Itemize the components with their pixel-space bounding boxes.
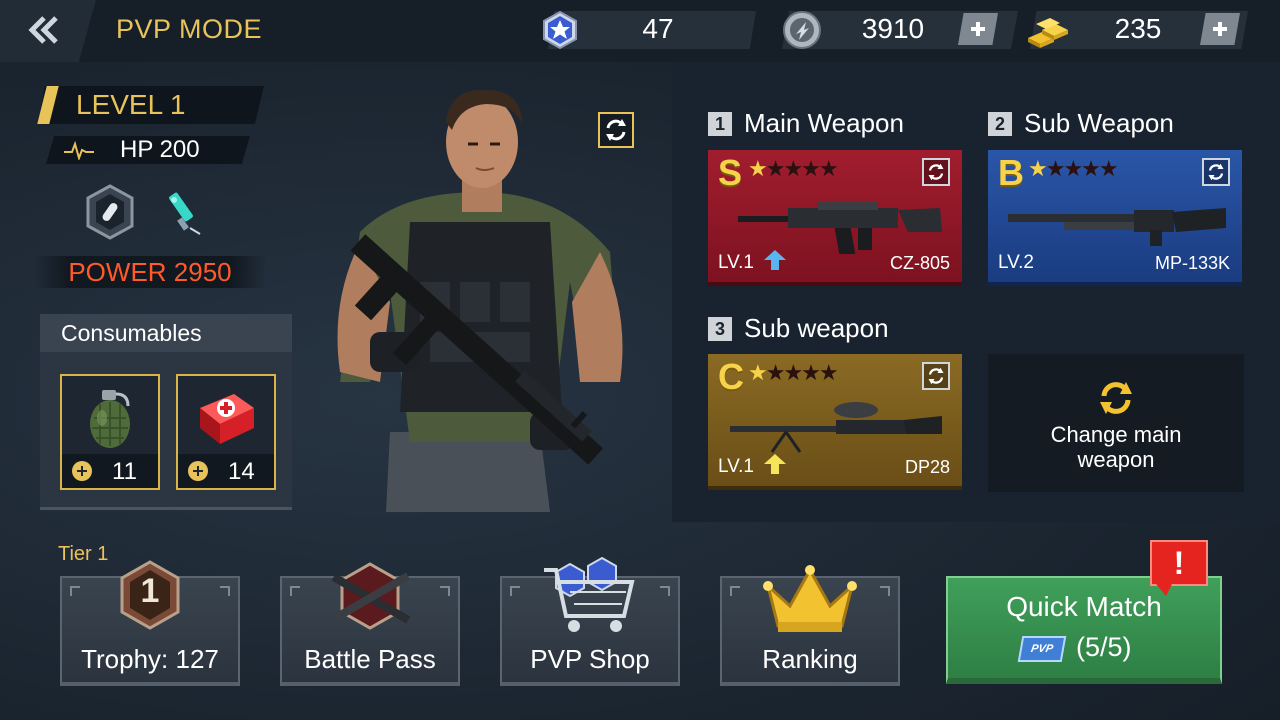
alert-badge-tail: [1156, 584, 1172, 596]
sub-weapon-2-number: 3: [708, 317, 732, 341]
corner-decoration: [220, 586, 230, 596]
weapon-grade: C: [718, 356, 744, 397]
sub-weapon-1-number: 2: [988, 112, 1012, 136]
crossed-rifles-icon: [331, 562, 411, 630]
medkit-count: 14: [228, 458, 255, 485]
change-main-weapon-label: Change main weapon: [988, 422, 1244, 472]
weapon-name: DP28: [904, 457, 950, 477]
main-weapon-number: 1: [708, 112, 732, 136]
ammo-badge-icon[interactable]: [84, 184, 136, 240]
consumables-title: Consumables: [61, 320, 202, 346]
medal-count: 47: [642, 13, 674, 44]
add-grenade-icon[interactable]: [72, 461, 92, 481]
pvp-shop-label: PVP Shop: [530, 644, 650, 674]
tier-number: 1: [140, 572, 160, 610]
refresh-icon: [928, 163, 944, 181]
medkit-icon: [200, 394, 254, 444]
shotgun-icon: [1008, 208, 1226, 246]
sub-weapon-2-card[interactable]: C ★★★★★ LV.1 DP28: [708, 354, 962, 490]
grenade-count: 11: [112, 458, 137, 485]
change-main-line2: weapon: [1077, 447, 1155, 472]
star-medal-icon: [543, 10, 577, 50]
sub-weapon-2-label: Sub weapon: [744, 313, 889, 343]
swap-arrows-icon: [1100, 382, 1132, 414]
assault-rifle-icon: [738, 202, 942, 254]
quick-match-count: (5/5): [1076, 632, 1132, 662]
battle-pass-label: Battle Pass: [304, 644, 436, 674]
weapon-name: CZ-805: [889, 253, 950, 273]
main-weapon-label: Main Weapon: [744, 108, 904, 138]
sub-weapon-1-card[interactable]: B ★★★★★ LV.2 MP-133K: [988, 150, 1242, 286]
change-main-line1: Change main: [1050, 422, 1182, 447]
sub-weapon-1-label: Sub Weapon: [1024, 108, 1174, 138]
weapon-name: MP-133K: [1154, 253, 1230, 273]
pvp-ticket-icon: PVP: [1017, 636, 1067, 662]
weapon-stars: ★★★★★: [748, 360, 839, 385]
weapon-level: LV.1: [718, 456, 754, 477]
gold-bars-icon: [1028, 18, 1068, 48]
back-arrow-icon: [28, 16, 58, 44]
corner-decoration: [440, 586, 450, 596]
alert-badge-icon: !: [1150, 540, 1208, 586]
machine-gun-icon: [730, 402, 942, 453]
corner-decoration: [730, 586, 740, 596]
upgrade-arrow-icon: [764, 250, 786, 270]
weapon-stars: ★★★★★: [1028, 156, 1119, 181]
corner-decoration: [510, 586, 520, 596]
gold-count: 235: [1114, 13, 1162, 44]
syringe-icon[interactable]: [160, 188, 208, 236]
weapon-grade: S: [718, 152, 743, 193]
trophy-label: Trophy: 127: [81, 644, 219, 674]
weapon-stars: ★★★★★: [748, 156, 839, 181]
weapon-level: LV.1: [718, 252, 754, 273]
ranking-label: Ranking: [762, 644, 858, 674]
swap-sub-weapon-1-button[interactable]: [1202, 158, 1230, 186]
add-medkit-icon[interactable]: [188, 461, 208, 481]
corner-decoration: [660, 586, 670, 596]
level-label: LEVEL 1: [76, 89, 186, 120]
add-silver-button[interactable]: [958, 13, 998, 45]
add-gold-button[interactable]: [1200, 13, 1240, 45]
refresh-icon: [928, 367, 944, 385]
page-title: PVP MODE: [116, 14, 263, 44]
swap-main-weapon-button[interactable]: [922, 158, 950, 186]
power-label: POWER 2950: [68, 257, 232, 287]
swap-sub-weapon-2-button[interactable]: [922, 362, 950, 390]
weapon-grade: B: [998, 152, 1024, 193]
silver-count: 3910: [861, 13, 925, 44]
upgrade-arrow-icon: [764, 454, 786, 474]
quick-match-label: Quick Match: [1006, 591, 1162, 622]
crown-icon: [763, 565, 857, 632]
hp-label: HP 200: [120, 136, 200, 163]
corner-decoration: [70, 586, 80, 596]
grenade-icon: [90, 390, 130, 448]
shopping-cart-icon: [544, 556, 635, 632]
corner-decoration: [290, 586, 300, 596]
heartbeat-icon: [64, 140, 94, 160]
silver-coin-icon: [783, 11, 821, 49]
refresh-icon: [1208, 163, 1224, 181]
weapon-level: LV.2: [998, 252, 1034, 273]
swap-character-button[interactable]: [598, 112, 634, 148]
main-weapon-card[interactable]: S ★★★★★ LV.1 CZ-805: [708, 150, 962, 286]
refresh-icon: [606, 119, 626, 141]
tier-label: Tier 1: [58, 543, 109, 565]
corner-decoration: [880, 586, 890, 596]
